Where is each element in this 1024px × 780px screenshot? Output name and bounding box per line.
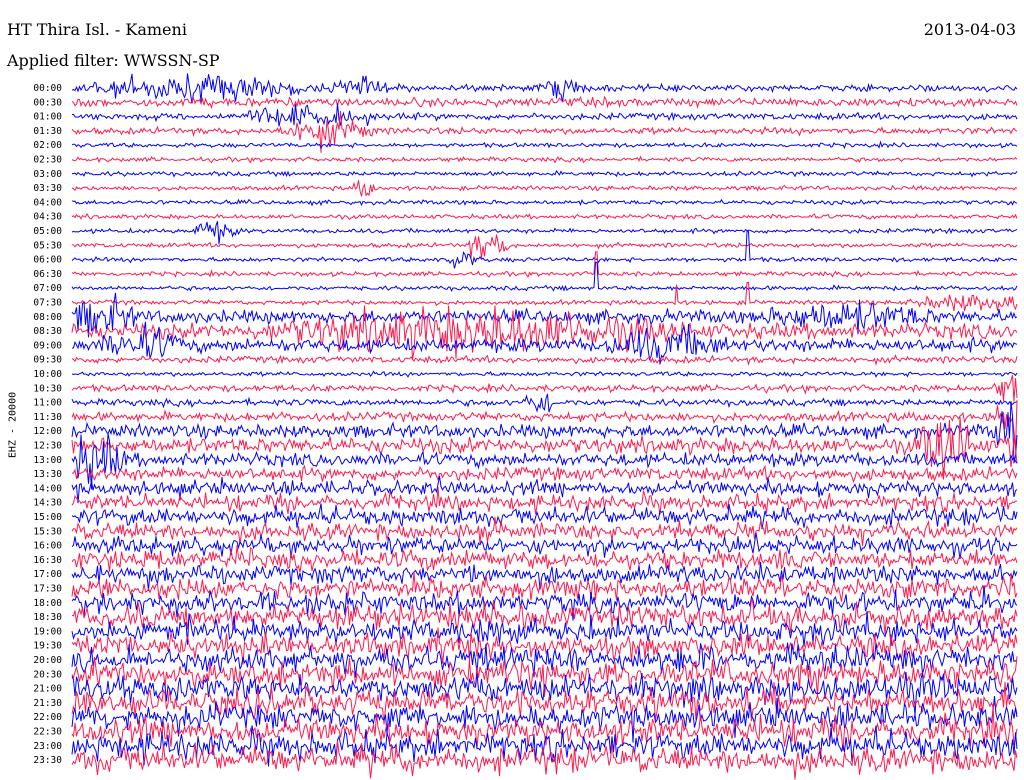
time-label-1830: 18:30 [33,612,62,623]
trace-line-1100 [71,393,1018,413]
time-label-group: 00:00 00:30 01:00 01:30 02:00 02:30 03:00 03:30… [33,83,62,766]
trace-line-0230 [71,155,1018,164]
trace-line-1400 [71,476,1018,504]
trace-line-1500 [71,503,1018,530]
time-label-1330: 13:30 [33,469,62,480]
time-label-1930: 19:30 [33,641,62,652]
trace-line-0930 [71,354,1018,366]
helicorder-plot: 00:00 00:30 01:00 01:30 02:00 02:30 03:00 03:30… [33,73,1018,780]
time-label-0300: 03:00 [33,169,62,180]
time-label-1500: 15:00 [33,512,62,523]
time-label-2130: 21:30 [33,698,62,709]
time-label-1530: 15:30 [33,526,62,537]
trace-line-0600 [71,231,1018,269]
time-label-0430: 04:30 [33,212,62,223]
time-label-0930: 09:30 [33,355,62,366]
time-label-0800: 08:00 [33,312,62,323]
trace-line-1200 [71,401,1018,464]
time-label-1430: 14:30 [33,498,62,509]
trace-line-1300 [71,433,1018,490]
time-label-2200: 22:00 [33,712,62,723]
trace-line-0700 [71,261,1018,292]
trace-line-0200 [71,140,1018,150]
trace-line-0100 [71,103,1018,127]
time-label-0900: 09:00 [33,340,62,351]
time-label-2330: 23:30 [33,755,62,766]
time-label-1600: 16:00 [33,541,62,552]
trace-line-0000 [71,73,1018,104]
time-label-1230: 12:30 [33,441,62,452]
time-label-1700: 17:00 [33,569,62,580]
time-label-1630: 16:30 [33,555,62,566]
time-label-1300: 13:00 [33,455,62,466]
time-label-1400: 14:00 [33,483,62,494]
time-label-1130: 11:30 [33,412,62,423]
time-label-0330: 03:30 [33,183,62,194]
time-label-0630: 06:30 [33,269,62,280]
time-label-2300: 23:00 [33,741,62,752]
time-label-2000: 20:00 [33,655,62,666]
time-label-0200: 02:00 [33,140,62,151]
time-label-0000: 00:00 [33,83,62,94]
time-label-0700: 07:00 [33,283,62,294]
trace-line-0030 [71,95,1018,110]
time-label-2100: 21:00 [33,684,62,695]
time-label-0530: 05:30 [33,240,62,251]
time-label-0230: 02:30 [33,155,62,166]
time-label-0400: 04:00 [33,197,62,208]
time-label-1100: 11:00 [33,398,62,409]
trace-line-1000 [71,370,1018,378]
time-label-0830: 08:30 [33,326,62,337]
trace-line-1030 [71,374,1018,402]
time-label-1800: 18:00 [33,598,62,609]
trace-line-0400 [71,198,1018,207]
trace-group [71,73,1018,780]
time-label-1200: 12:00 [33,426,62,437]
time-label-1030: 10:30 [33,383,62,394]
time-label-2030: 20:30 [33,669,62,680]
time-label-0030: 00:30 [33,97,62,108]
trace-line-0630 [71,251,1018,279]
trace-line-0330 [71,180,1018,197]
trace-line-0430 [71,213,1018,221]
time-label-1730: 17:30 [33,584,62,595]
trace-line-0530 [71,234,1018,259]
trace-line-0500 [71,221,1018,245]
time-label-1000: 10:00 [33,369,62,380]
time-label-2230: 22:30 [33,727,62,738]
time-label-0730: 07:30 [33,298,62,309]
trace-line-1330 [71,464,1018,484]
trace-line-0300 [72,169,1018,178]
time-label-0500: 05:00 [33,226,62,237]
time-label-0100: 01:00 [33,112,62,123]
trace-line-1800 [71,585,1018,621]
time-label-0130: 01:30 [33,126,62,137]
time-label-1900: 19:00 [33,626,62,637]
time-label-0600: 06:00 [33,255,62,266]
